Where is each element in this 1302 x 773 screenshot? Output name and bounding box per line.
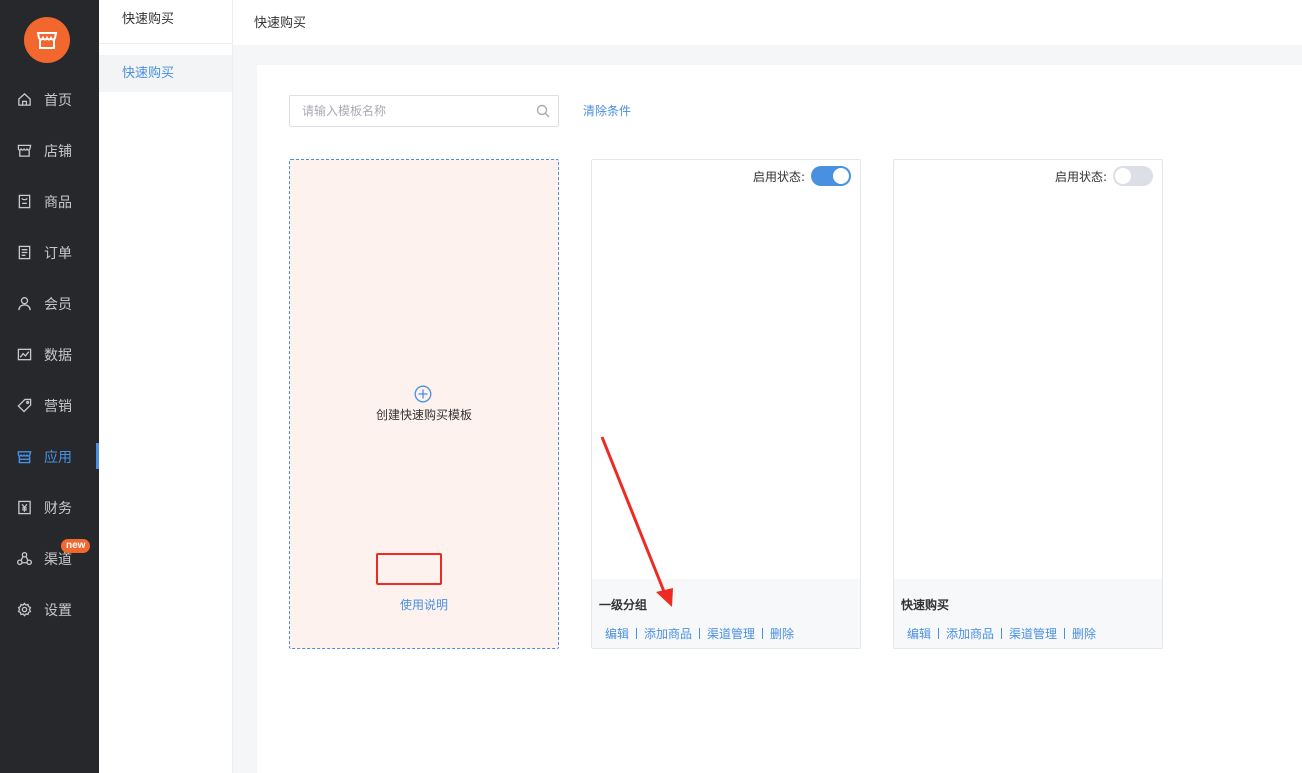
enable-status: 启用状态:: [1055, 166, 1153, 186]
channel-manage-link[interactable]: 渠道管理: [1009, 625, 1057, 642]
breadcrumb: 快速购买: [254, 16, 307, 31]
status-label: 启用状态:: [1054, 169, 1107, 184]
nav-label: 设置: [44, 602, 72, 619]
edit-link[interactable]: 编辑: [605, 625, 629, 642]
chart-icon: [16, 347, 32, 363]
home-icon: [16, 92, 32, 108]
divider: [938, 628, 940, 639]
template-card-footer: 一级分组 编辑 添加商品 渠道管理 删除: [592, 579, 860, 648]
new-badge: new: [61, 539, 91, 553]
nav-label: 应用: [44, 449, 72, 466]
member-icon: [16, 296, 32, 312]
nav-label: 商品: [44, 194, 72, 211]
divider: [1001, 628, 1003, 639]
nav-label: 数据: [44, 347, 72, 364]
template-card-footer: 快速购买 编辑 添加商品 渠道管理 删除: [894, 579, 1162, 648]
enable-status: 启用状态:: [753, 166, 851, 186]
sidebar-title: 快速购买: [99, 0, 232, 44]
nav-label: 店铺: [44, 143, 72, 160]
store-logo-icon: [36, 32, 58, 49]
content-panel: 清除条件 创建快速购买模板 使用说明 启用状态: 一级分组 编辑 添加商品 渠道…: [257, 65, 1302, 773]
search-icon[interactable]: [536, 104, 550, 118]
usage-guide-link[interactable]: 使用说明: [290, 596, 558, 613]
nav-label: 营销: [44, 398, 72, 415]
annotation-highlight-box: [376, 553, 442, 585]
nav-item-settings[interactable]: 设置: [0, 584, 99, 635]
divider: [699, 628, 701, 639]
toggle-knob: [833, 168, 849, 184]
search-box: [289, 95, 559, 127]
nav-item-store[interactable]: 店铺: [0, 125, 99, 176]
secondary-sidebar: 快速购买 快速购买: [99, 0, 233, 773]
add-product-link[interactable]: 添加商品: [644, 625, 692, 642]
nav-label: 订单: [44, 245, 72, 262]
add-circle-icon[interactable]: [414, 385, 432, 403]
nav-label: 财务: [44, 500, 72, 517]
nav-item-home[interactable]: 首页: [0, 74, 99, 125]
channel-manage-link[interactable]: 渠道管理: [707, 625, 755, 642]
product-icon: [16, 194, 32, 210]
template-card: 启用状态: 快速购买 编辑 添加商品 渠道管理 删除: [893, 159, 1163, 649]
divider: [1064, 628, 1066, 639]
order-icon: [16, 245, 32, 261]
nav-item-data[interactable]: 数据: [0, 329, 99, 380]
tag-icon: [16, 398, 32, 414]
template-name: 一级分组: [599, 598, 648, 612]
delete-link[interactable]: 删除: [1072, 625, 1096, 642]
status-label: 启用状态:: [752, 169, 805, 184]
nav-item-finance[interactable]: 财务: [0, 482, 99, 533]
toggle-knob: [1115, 168, 1131, 184]
page-header: 快速购买: [233, 0, 1302, 45]
nav-item-marketing[interactable]: 营销: [0, 380, 99, 431]
template-actions: 编辑 添加商品 渠道管理 删除: [907, 625, 1096, 642]
divider: [762, 628, 764, 639]
sidebar-item-quick-buy[interactable]: 快速购买: [99, 55, 232, 92]
create-template-label[interactable]: 创建快速购买模板: [290, 406, 558, 423]
divider: [636, 628, 638, 639]
delete-link[interactable]: 删除: [770, 625, 794, 642]
template-name: 快速购买: [901, 598, 950, 612]
nav-item-orders[interactable]: 订单: [0, 227, 99, 278]
enable-toggle[interactable]: [811, 166, 851, 186]
clear-filters-link[interactable]: 清除条件: [583, 102, 631, 119]
search-input[interactable]: [290, 96, 520, 126]
nav-item-members[interactable]: 会员: [0, 278, 99, 329]
nav-item-products[interactable]: 商品: [0, 176, 99, 227]
store-logo[interactable]: [24, 17, 70, 63]
enable-toggle[interactable]: [1113, 166, 1153, 186]
gear-icon: [16, 602, 32, 618]
channel-icon: [16, 551, 32, 567]
nav-label: 首页: [44, 92, 72, 109]
template-card: 启用状态: 一级分组 编辑 添加商品 渠道管理 删除: [591, 159, 861, 649]
nav-item-apps[interactable]: 应用: [0, 431, 99, 482]
edit-link[interactable]: 编辑: [907, 625, 931, 642]
add-product-link[interactable]: 添加商品: [946, 625, 994, 642]
template-actions: 编辑 添加商品 渠道管理 删除: [605, 625, 794, 642]
nav-label: 会员: [44, 296, 72, 313]
app-icon: [16, 449, 32, 465]
store-icon: [16, 143, 32, 159]
yen-icon: [16, 500, 32, 516]
nav-item-channel[interactable]: 渠道 new: [0, 533, 99, 584]
main-nav: 首页 店铺 商品 订单 会员 数据 营销 应用 财务 渠道 new 设置: [0, 0, 99, 773]
